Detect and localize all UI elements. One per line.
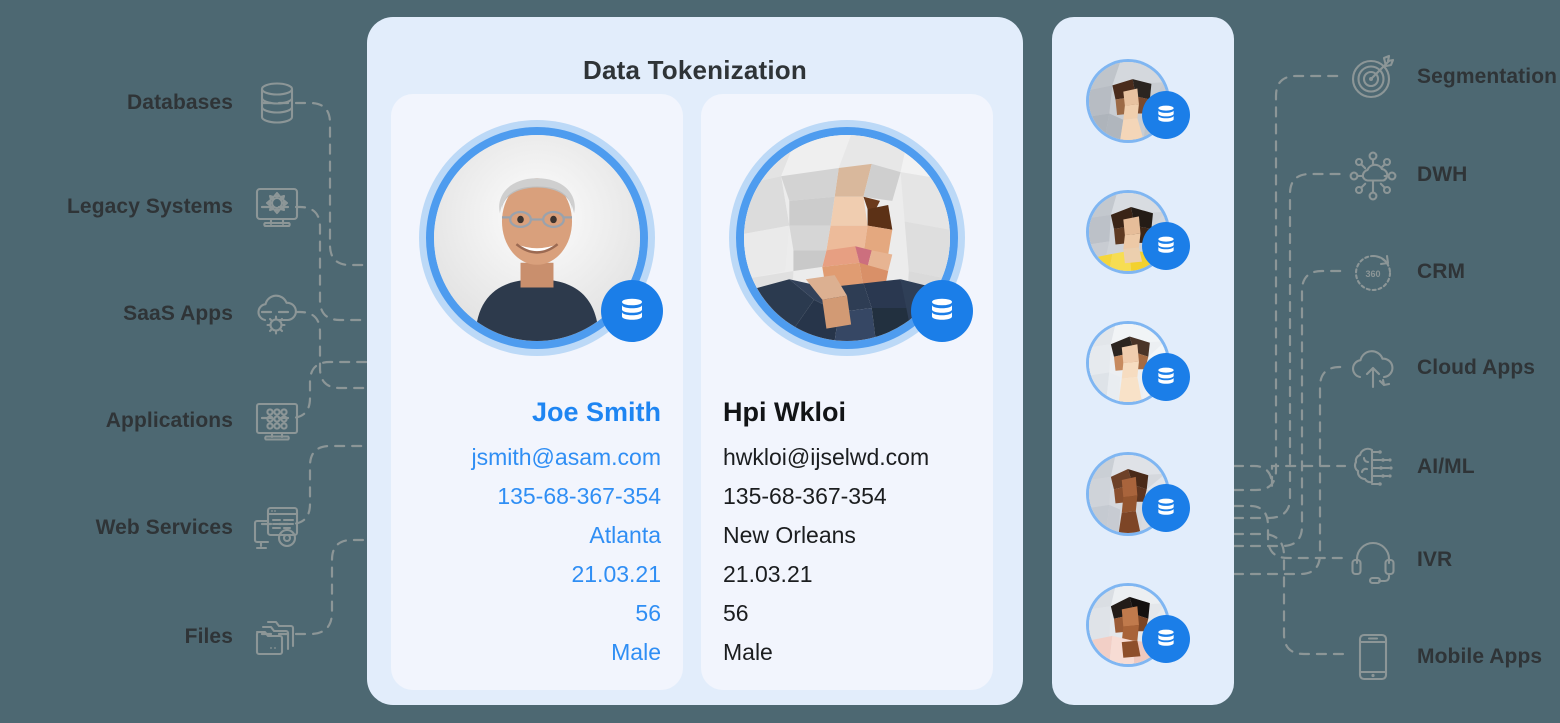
destination-label: IVR [1417,548,1453,571]
source-item-databases[interactable]: Databases [127,72,305,134]
source-label: SaaS Apps [123,302,233,325]
person-card-tokenized[interactable]: Hpi Wkloi hwkloi@ijselwd.com 135-68-367-… [701,94,993,690]
database-badge-icon [1142,615,1190,663]
crm-inner-text: 360 [1365,269,1380,279]
destination-label: Cloud Apps [1417,356,1536,379]
field-age: 56 [635,600,661,626]
record-fields-original: Joe Smith jsmith@asam.com 135-68-367-354… [391,386,683,672]
mobile-phone-icon [1345,629,1401,685]
list-item[interactable] [1086,452,1222,542]
field-name: Hpi Wkloi [723,397,846,427]
database-badge-icon [1142,353,1190,401]
field-email: jsmith@asam.com [471,444,662,470]
person-card-original[interactable]: Joe Smith jsmith@asam.com 135-68-367-354… [391,94,683,690]
source-item-applications[interactable]: Applications [106,390,305,452]
source-label: Files [184,625,233,648]
source-item-legacy-systems[interactable]: Legacy Systems [67,176,305,238]
avatar [729,120,973,356]
web-services-icon [249,500,305,556]
database-badge-icon [1142,222,1190,270]
source-label: Legacy Systems [67,195,233,218]
destination-item-mobile-apps[interactable]: Mobile Apps [1345,626,1542,688]
field-age: 56 [723,600,749,626]
cloud-upload-icon [1345,340,1401,396]
tokenized-records-panel [1052,17,1234,705]
database-badge-icon [1142,484,1190,532]
database-icon [249,75,305,131]
database-badge-icon [911,280,973,342]
database-badge-icon [601,280,663,342]
headset-icon [1345,532,1401,588]
field-name: Joe Smith [531,397,661,427]
source-label: Web Services [95,516,233,539]
list-item[interactable] [1086,190,1222,280]
person-cards: Joe Smith jsmith@asam.com 135-68-367-354… [391,94,993,690]
destination-item-dwh[interactable]: DWH [1345,144,1467,206]
diagram-canvas: Databases Legacy Systems SaaS Apps Appli… [0,0,1560,723]
source-item-files[interactable]: Files [185,606,305,668]
list-item[interactable] [1086,59,1222,149]
destination-label: CRM [1417,260,1466,283]
field-date: 21.03.21 [571,561,661,587]
folders-icon [249,609,305,665]
data-tokenization-panel: Data Tokenization Joe Smith jsmith@asam.… [367,17,1023,705]
field-id: 135-68-367-354 [723,483,887,509]
destination-label: DWH [1417,163,1468,186]
field-id: 135-68-367-354 [497,483,661,509]
monitor-grid-icon [249,393,305,449]
destination-item-segmentation[interactable]: Segmentation [1345,46,1557,108]
field-city: New Orleans [723,522,856,548]
data-warehouse-hub-icon [1345,147,1401,203]
destination-item-ai-ml[interactable]: AI/ML [1345,436,1475,498]
target-icon [1345,49,1401,105]
destination-item-cloud-apps[interactable]: Cloud Apps [1345,337,1535,399]
crm-360-icon: 360 [1345,244,1401,300]
field-gender: Male [611,639,661,665]
list-item[interactable] [1086,321,1222,411]
source-item-web-services[interactable]: Web Services [96,497,305,559]
destination-item-ivr[interactable]: IVR [1345,529,1452,591]
source-item-saas-apps[interactable]: SaaS Apps [123,283,305,345]
list-item[interactable] [1086,583,1222,673]
avatar [419,120,663,356]
destination-label: Segmentation [1417,65,1558,88]
database-badge-icon [1142,91,1190,139]
source-label: Applications [105,409,233,432]
source-label: Databases [127,91,233,114]
field-date: 21.03.21 [723,561,813,587]
destination-label: AI/ML [1417,455,1475,478]
legacy-monitor-gear-icon [249,179,305,235]
field-email: hwkloi@ijselwd.com [723,444,930,470]
cloud-gear-icon [249,286,305,342]
destination-item-crm[interactable]: 360 CRM [1345,241,1465,303]
page-title: Data Tokenization [583,55,807,85]
field-city: Atlanta [589,522,661,548]
record-fields-tokenized: Hpi Wkloi hwkloi@ijselwd.com 135-68-367-… [701,386,993,672]
field-gender: Male [723,639,773,665]
destination-label: Mobile Apps [1417,645,1543,668]
brain-chip-icon [1345,439,1401,495]
